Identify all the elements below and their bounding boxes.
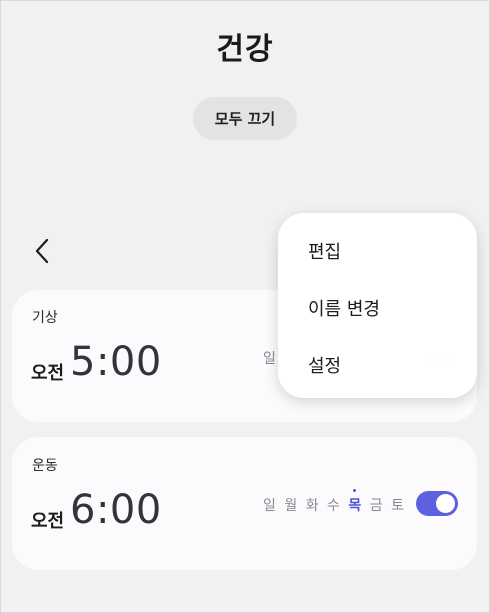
day-mon: 월 <box>284 498 298 514</box>
alarm-time: 5:00 <box>70 339 162 385</box>
toggle-knob <box>436 494 455 513</box>
day-wed: 수 <box>327 498 340 514</box>
day-sun: 일 <box>263 351 276 367</box>
menu-item-edit[interactable]: 편집 <box>308 238 341 264</box>
alarm-label: 운동 <box>32 458 58 474</box>
alarm-toggle[interactable] <box>416 491 458 516</box>
alarm-card-exercise[interactable]: 운동 오전 6:00 일 월 화 수 목 금 토 <box>12 437 477 570</box>
alarm-ampm: 오전 <box>31 511 65 532</box>
context-menu: 편집 이름 변경 설정 <box>278 213 477 398</box>
day-tue: 화 <box>305 498 319 514</box>
page-title: 건강 <box>216 32 274 67</box>
back-button[interactable] <box>30 236 56 266</box>
day-fri: 금 <box>369 498 383 514</box>
day-thu: 목 <box>348 489 361 515</box>
turn-all-off-button[interactable]: 모두 끄기 <box>193 97 297 140</box>
day-sat: 토 <box>391 498 404 514</box>
menu-item-rename[interactable]: 이름 변경 <box>308 295 380 321</box>
chevron-left-icon <box>35 238 49 264</box>
alarm-ampm: 오전 <box>31 363 65 384</box>
alarm-days: 일 월 화 수 목 금 토 <box>263 489 408 515</box>
day-sun: 일 <box>263 498 276 514</box>
menu-item-settings[interactable]: 설정 <box>308 352 341 378</box>
alarm-time: 6:00 <box>70 487 162 533</box>
alarm-label: 기상 <box>32 310 58 326</box>
